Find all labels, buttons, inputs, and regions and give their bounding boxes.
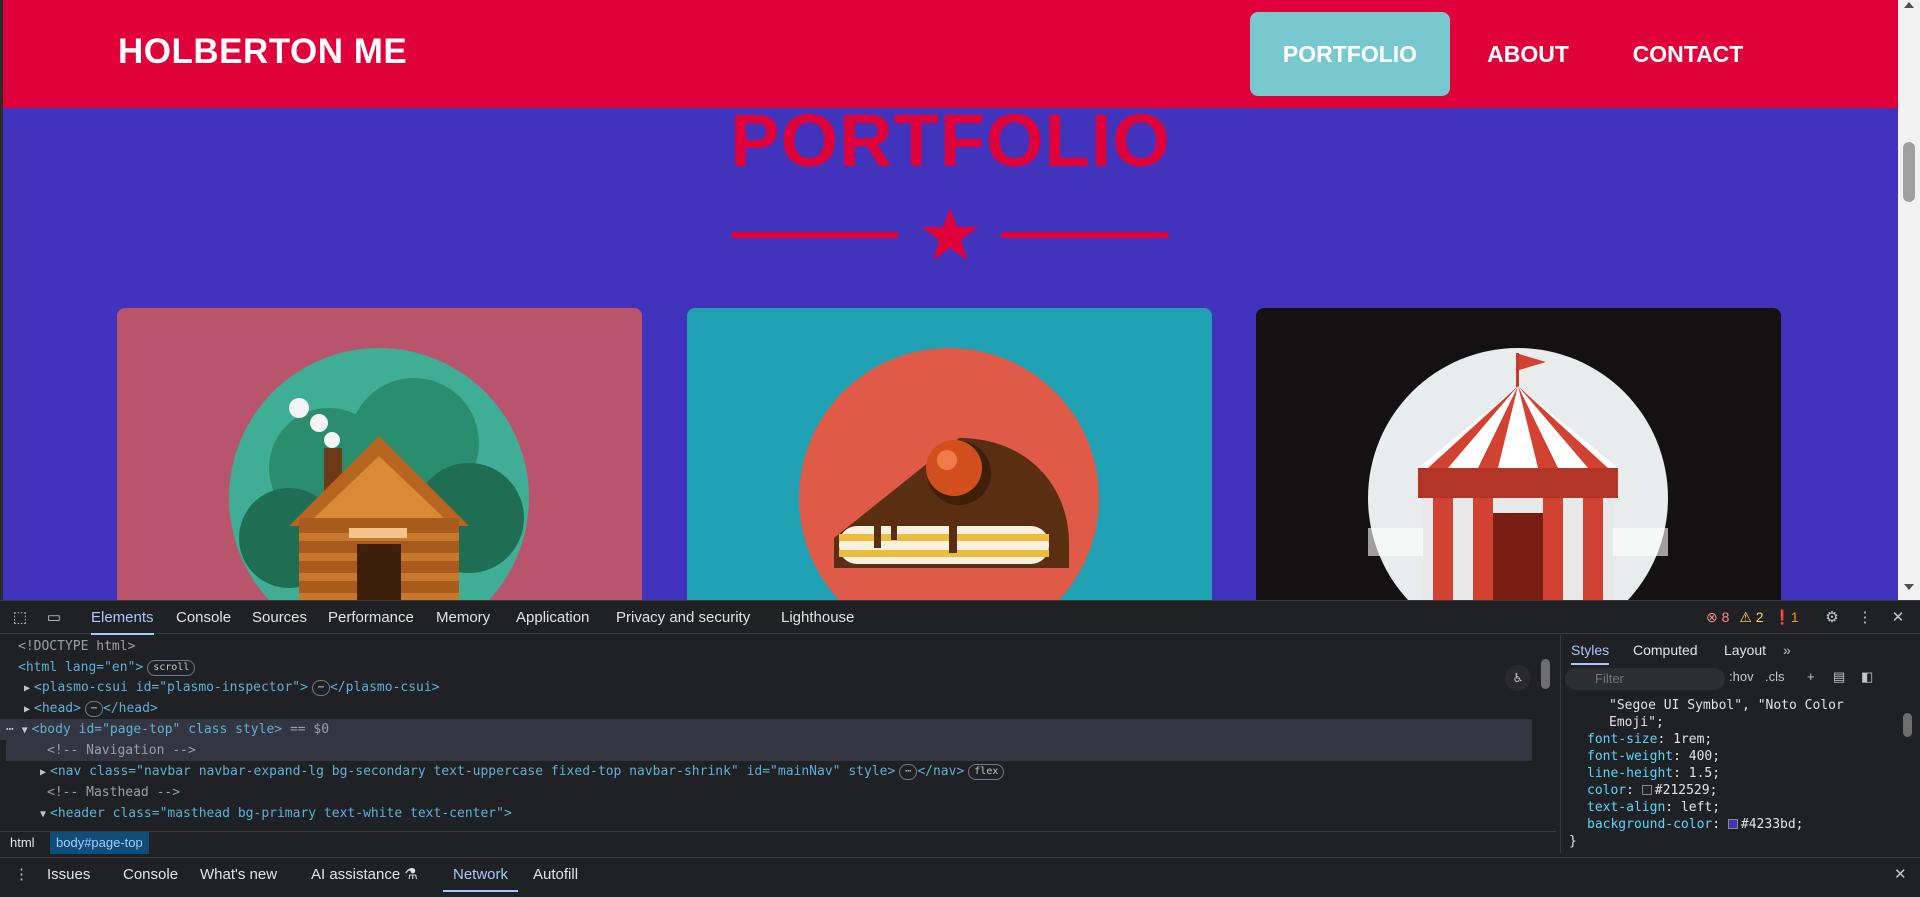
- nav-portfolio[interactable]: PORTFOLIO: [1250, 12, 1450, 96]
- css-font-family-tail: "Segoe UI Symbol", "Noto Color: [1609, 698, 1844, 713]
- settings-gear-icon[interactable]: ⚙: [1822, 608, 1842, 628]
- scroll-badge[interactable]: scroll: [147, 659, 196, 676]
- ellipsis-badge[interactable]: ⋯: [84, 700, 103, 717]
- info-count: ❗1: [1773, 609, 1799, 625]
- portfolio-card-cabin[interactable]: [117, 308, 642, 600]
- sidebar-toggle-icon[interactable]: ◧: [1861, 669, 1873, 685]
- dom-header[interactable]: ▼ <header class="masthead bg-primary text…: [40, 803, 512, 824]
- css-rule-body: "Segoe UI Symbol", "Noto Color Emoji"; f…: [1569, 697, 1909, 850]
- error-count: ⊗ 8: [1706, 609, 1730, 625]
- ellipsis-badge[interactable]: ⋯: [311, 679, 330, 696]
- scroll-down-icon[interactable]: [1904, 584, 1914, 590]
- tab-layout[interactable]: Layout: [1724, 635, 1766, 665]
- page-viewport: HOLBERTON ME PORTFOLIO ABOUT CONTACT POR…: [0, 0, 1920, 600]
- tab-memory[interactable]: Memory: [436, 601, 490, 635]
- tab-performance[interactable]: Performance: [328, 601, 414, 635]
- breadcrumb-html[interactable]: html: [4, 832, 41, 854]
- styles-pane: Styles Computed Layout » ⏷ :hov .cls + ▤…: [1560, 635, 1920, 853]
- tab-styles[interactable]: Styles: [1571, 635, 1610, 665]
- styles-scrollbar-thumb[interactable]: [1903, 713, 1912, 737]
- drawer-tab-issues[interactable]: Issues: [47, 858, 90, 892]
- drawer-tab-console[interactable]: Console: [123, 858, 178, 892]
- paint-icon[interactable]: ▤: [1833, 669, 1845, 685]
- css-declaration[interactable]: text-align: left;: [1569, 799, 1909, 816]
- page-scrollbar-thumb[interactable]: [1903, 142, 1915, 202]
- nav-about[interactable]: ABOUT: [1468, 12, 1588, 96]
- drawer-tab-autofill[interactable]: Autofill: [533, 858, 578, 892]
- cls-toggle[interactable]: .cls: [1765, 669, 1785, 684]
- section-title: PORTFOLIO: [730, 99, 1171, 182]
- drawer-menu-icon[interactable]: ⋮: [14, 858, 29, 892]
- close-drawer-icon[interactable]: ✕: [1894, 858, 1907, 892]
- css-declaration[interactable]: line-height: 1.5;: [1569, 765, 1909, 782]
- tab-computed[interactable]: Computed: [1633, 635, 1698, 665]
- tab-lighthouse[interactable]: Lighthouse: [781, 601, 854, 635]
- dom-comment-nav[interactable]: <!-- Navigation -->: [6, 740, 1532, 761]
- styles-scrollbar[interactable]: [1899, 693, 1917, 853]
- devtools-tabbar: ⬚ ▭ Elements Console Sources Performance…: [0, 600, 1920, 635]
- close-devtools-icon[interactable]: ✕: [1888, 608, 1908, 628]
- breadcrumb: html body#page-top: [0, 831, 1556, 854]
- divider-line-left: [731, 232, 899, 238]
- circus-illustration: [1368, 348, 1668, 600]
- inspect-element-icon[interactable]: ⬚: [10, 608, 30, 628]
- css-declaration[interactable]: color: #212529;: [1569, 782, 1909, 799]
- flask-icon: ⚗: [404, 866, 418, 883]
- dom-body-selected[interactable]: ⋯ ▼ <body id="page-top" class style> == $…: [0, 719, 1532, 740]
- brand-link[interactable]: HOLBERTON ME: [118, 32, 407, 72]
- drawer-tab-ai-assistance[interactable]: AI assistance ⚗: [311, 858, 418, 892]
- dom-head[interactable]: ▶ <head> ⋯ </head>: [24, 698, 158, 719]
- css-close-brace: }: [1569, 834, 1577, 849]
- styles-filter-input[interactable]: [1565, 668, 1725, 690]
- color-swatch[interactable]: [1727, 819, 1738, 829]
- tab-console[interactable]: Console: [176, 601, 231, 635]
- divider-line-right: [1001, 232, 1169, 238]
- css-font-family-tail-2: Emoji";: [1609, 715, 1664, 730]
- dom-comment-masthead[interactable]: <!-- Masthead -->: [47, 782, 180, 803]
- dom-plasmo[interactable]: ▶ <plasmo-csui id="plasmo-inspector"> ⋯ </p…: [24, 677, 440, 698]
- more-options-icon[interactable]: ⋮: [1855, 608, 1875, 628]
- portfolio-card-cake[interactable]: [687, 308, 1212, 600]
- flex-badge[interactable]: flex: [968, 763, 1005, 780]
- tab-application[interactable]: Application: [516, 601, 589, 635]
- dom-html[interactable]: <html lang="en"> scroll: [18, 657, 196, 678]
- devtools-drawer: ⋮ Issues Console What's new AI assistanc…: [0, 857, 1920, 897]
- issue-counts[interactable]: ⊗ 8 ⚠ 2 ❗1: [1706, 609, 1805, 626]
- dom-doctype[interactable]: <!DOCTYPE html>: [18, 636, 135, 657]
- tab-sources[interactable]: Sources: [252, 601, 307, 635]
- devtools-panel: ⬚ ▭ Elements Console Sources Performance…: [0, 600, 1920, 897]
- breadcrumb-body[interactable]: body#page-top: [50, 832, 149, 854]
- drawer-tab-whats-new[interactable]: What's new: [200, 858, 277, 892]
- scroll-up-icon[interactable]: [1904, 2, 1914, 8]
- tab-privacy-security[interactable]: Privacy and security: [616, 601, 750, 635]
- portfolio-card-circus[interactable]: [1256, 308, 1781, 600]
- navbar: HOLBERTON ME PORTFOLIO ABOUT CONTACT: [3, 0, 1898, 108]
- css-declaration[interactable]: font-weight: 400;: [1569, 748, 1909, 765]
- tab-elements[interactable]: Elements: [91, 601, 154, 635]
- color-swatch[interactable]: [1641, 785, 1652, 795]
- elements-scrollbar[interactable]: [1538, 635, 1554, 829]
- device-toolbar-icon[interactable]: ▭: [44, 608, 64, 628]
- css-declaration[interactable]: font-size: 1rem;: [1569, 731, 1909, 748]
- cabin-illustration: [229, 348, 529, 600]
- star-icon: [922, 208, 978, 260]
- new-rule-icon[interactable]: +: [1807, 669, 1815, 684]
- accessibility-icon[interactable]: ♿: [1505, 665, 1531, 691]
- ellipsis-badge[interactable]: ⋯: [899, 763, 918, 780]
- cake-illustration: [799, 348, 1099, 600]
- drawer-tab-network[interactable]: Network: [443, 858, 519, 892]
- hov-toggle[interactable]: :hov: [1729, 669, 1754, 684]
- css-declaration[interactable]: background-color: #4233bd;: [1569, 816, 1909, 833]
- warning-count: ⚠ 2: [1739, 609, 1764, 625]
- nav-contact[interactable]: CONTACT: [1613, 12, 1763, 96]
- more-tabs-icon[interactable]: »: [1783, 635, 1791, 665]
- page-scrollbar[interactable]: [1898, 0, 1920, 600]
- elements-scrollbar-thumb[interactable]: [1541, 659, 1550, 689]
- dom-nav[interactable]: ▶ <nav class="navbar navbar-expand-lg bg-…: [40, 761, 1005, 782]
